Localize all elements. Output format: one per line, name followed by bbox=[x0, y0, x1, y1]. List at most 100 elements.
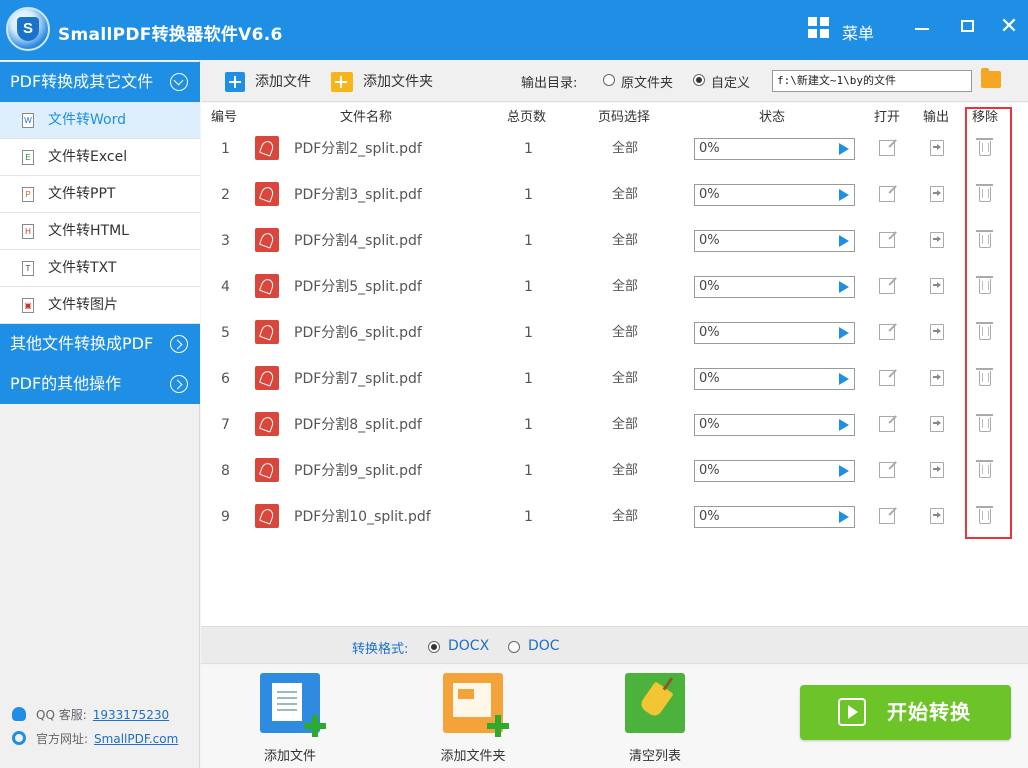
open-external-icon[interactable] bbox=[879, 324, 895, 340]
open-external-icon[interactable] bbox=[879, 462, 895, 478]
add-folder-big-icon bbox=[443, 673, 509, 737]
play-arrow-icon[interactable] bbox=[839, 327, 849, 339]
progress-text: 0% bbox=[699, 509, 720, 524]
output-file-icon[interactable] bbox=[930, 186, 944, 202]
open-external-icon[interactable] bbox=[879, 370, 895, 386]
close-button[interactable]: ✕ bbox=[994, 14, 1024, 40]
row-page-select[interactable]: 全部 bbox=[612, 172, 638, 218]
row-pages: 1 bbox=[524, 279, 533, 295]
sidebar-item-image[interactable]: ▣ 文件转图片 bbox=[0, 287, 200, 324]
sidebar-item-txt[interactable]: T 文件转TXT bbox=[0, 250, 200, 287]
sidebar: PDF转换成其它文件 W 文件转Word E 文件转Excel P 文件转PPT… bbox=[0, 60, 200, 768]
table-row[interactable]: 2 PDF分割3_split.pdf 1 全部 0% bbox=[201, 172, 1028, 218]
table-row[interactable]: 6 PDF分割7_split.pdf 1 全部 0% bbox=[201, 356, 1028, 402]
table-row[interactable]: 7 PDF分割8_split.pdf 1 全部 0% bbox=[201, 402, 1028, 448]
logo-letter: S bbox=[17, 17, 39, 41]
browser-icon bbox=[12, 731, 26, 745]
play-arrow-icon[interactable] bbox=[839, 373, 849, 385]
table-row[interactable]: 1 PDF分割2_split.pdf 1 全部 0% bbox=[201, 126, 1028, 172]
output-file-icon[interactable] bbox=[930, 508, 944, 524]
output-file-icon[interactable] bbox=[930, 232, 944, 248]
play-arrow-icon[interactable] bbox=[839, 511, 849, 523]
output-file-icon[interactable] bbox=[930, 324, 944, 340]
radio-doc[interactable] bbox=[508, 641, 520, 653]
table-row[interactable]: 9 PDF分割10_split.pdf 1 全部 0% bbox=[201, 494, 1028, 540]
big-add-file-button[interactable]: 添加文件 bbox=[230, 671, 350, 766]
row-index: 9 bbox=[221, 509, 230, 525]
pdf-file-icon bbox=[255, 228, 279, 252]
row-page-select[interactable]: 全部 bbox=[612, 402, 638, 448]
radio-docx[interactable] bbox=[428, 641, 440, 653]
row-page-select[interactable]: 全部 bbox=[612, 126, 638, 172]
header-open: 打开 bbox=[874, 110, 901, 125]
table-row[interactable]: 4 PDF分割5_split.pdf 1 全部 0% bbox=[201, 264, 1028, 310]
row-pages: 1 bbox=[524, 463, 533, 479]
big-add-file-label: 添加文件 bbox=[263, 749, 316, 764]
format-doc-label: DOC bbox=[528, 638, 560, 654]
big-add-folder-button[interactable]: 添加文件夹 bbox=[413, 671, 533, 766]
word-file-icon: W bbox=[22, 113, 34, 128]
open-external-icon[interactable] bbox=[879, 186, 895, 202]
radio-original-folder[interactable] bbox=[603, 74, 615, 86]
row-pages: 1 bbox=[524, 417, 533, 433]
html-file-icon: H bbox=[22, 224, 34, 239]
row-page-select[interactable]: 全部 bbox=[612, 494, 638, 540]
play-arrow-icon[interactable] bbox=[839, 419, 849, 431]
radio-custom-folder[interactable] bbox=[693, 74, 705, 86]
category-label: PDF转换成其它文件 bbox=[10, 72, 154, 91]
category-label: PDF的其他操作 bbox=[10, 374, 122, 393]
play-arrow-icon[interactable] bbox=[839, 465, 849, 477]
row-page-select[interactable]: 全部 bbox=[612, 356, 638, 402]
table-row[interactable]: 8 PDF分割9_split.pdf 1 全部 0% bbox=[201, 448, 1028, 494]
menu-label: 菜单 bbox=[842, 24, 875, 43]
output-file-icon[interactable] bbox=[930, 140, 944, 156]
open-external-icon[interactable] bbox=[879, 508, 895, 524]
output-file-icon[interactable] bbox=[930, 278, 944, 294]
maximize-button[interactable] bbox=[952, 14, 982, 40]
row-pages: 1 bbox=[524, 187, 533, 203]
sidebar-category-pdf-to-other[interactable]: PDF转换成其它文件 bbox=[0, 62, 200, 102]
format-label: 转换格式: bbox=[352, 642, 409, 657]
start-convert-button[interactable]: 开始转换 bbox=[800, 685, 1011, 740]
sidebar-item-excel[interactable]: E 文件转Excel bbox=[0, 139, 200, 176]
site-link[interactable]: SmallPDF.com bbox=[94, 732, 178, 746]
row-page-select[interactable]: 全部 bbox=[612, 310, 638, 356]
row-page-select[interactable]: 全部 bbox=[612, 264, 638, 310]
output-file-icon[interactable] bbox=[930, 416, 944, 432]
sidebar-item-word[interactable]: W 文件转Word bbox=[0, 102, 200, 139]
sidebar-item-html[interactable]: H 文件转HTML bbox=[0, 213, 200, 250]
add-file-button[interactable]: 添加文件 bbox=[225, 71, 311, 93]
qq-number-link[interactable]: 1933175230 bbox=[93, 708, 169, 722]
pdf-file-icon bbox=[255, 366, 279, 390]
open-external-icon[interactable] bbox=[879, 140, 895, 156]
play-arrow-icon[interactable] bbox=[839, 281, 849, 293]
open-external-icon[interactable] bbox=[879, 278, 895, 294]
row-page-select[interactable]: 全部 bbox=[612, 448, 638, 494]
progress-text: 0% bbox=[699, 279, 720, 294]
browse-folder-icon[interactable] bbox=[981, 68, 1001, 88]
sidebar-category-pdf-other-ops[interactable]: PDF的其他操作 bbox=[0, 364, 200, 404]
clear-list-button[interactable]: 清空列表 bbox=[595, 671, 715, 766]
ppt-file-icon: P bbox=[22, 187, 34, 202]
table-row[interactable]: 3 PDF分割4_split.pdf 1 全部 0% bbox=[201, 218, 1028, 264]
play-arrow-icon[interactable] bbox=[839, 143, 849, 155]
sidebar-item-label: 文件转TXT bbox=[48, 260, 117, 276]
output-file-icon[interactable] bbox=[930, 462, 944, 478]
play-arrow-icon[interactable] bbox=[839, 189, 849, 201]
site-label: 官方网址: bbox=[36, 732, 89, 746]
sidebar-category-other-to-pdf[interactable]: 其他文件转换成PDF bbox=[0, 324, 200, 364]
table-row[interactable]: 5 PDF分割6_split.pdf 1 全部 0% bbox=[201, 310, 1028, 356]
row-page-select[interactable]: 全部 bbox=[612, 218, 638, 264]
open-external-icon[interactable] bbox=[879, 416, 895, 432]
output-file-icon[interactable] bbox=[930, 370, 944, 386]
row-index: 5 bbox=[221, 325, 230, 341]
open-external-icon[interactable] bbox=[879, 232, 895, 248]
play-arrow-icon[interactable] bbox=[839, 235, 849, 247]
sidebar-item-ppt[interactable]: P 文件转PPT bbox=[0, 176, 200, 213]
minimize-button[interactable] bbox=[907, 14, 937, 40]
sidebar-item-label: 文件转HTML bbox=[48, 223, 129, 239]
header-page-select: 页码选择 bbox=[598, 110, 651, 125]
category-label: 其他文件转换成PDF bbox=[10, 334, 154, 353]
add-folder-button[interactable]: 添加文件夹 bbox=[331, 71, 433, 93]
output-path-field[interactable]: f:\新建文~1\by的文件 bbox=[772, 70, 972, 92]
